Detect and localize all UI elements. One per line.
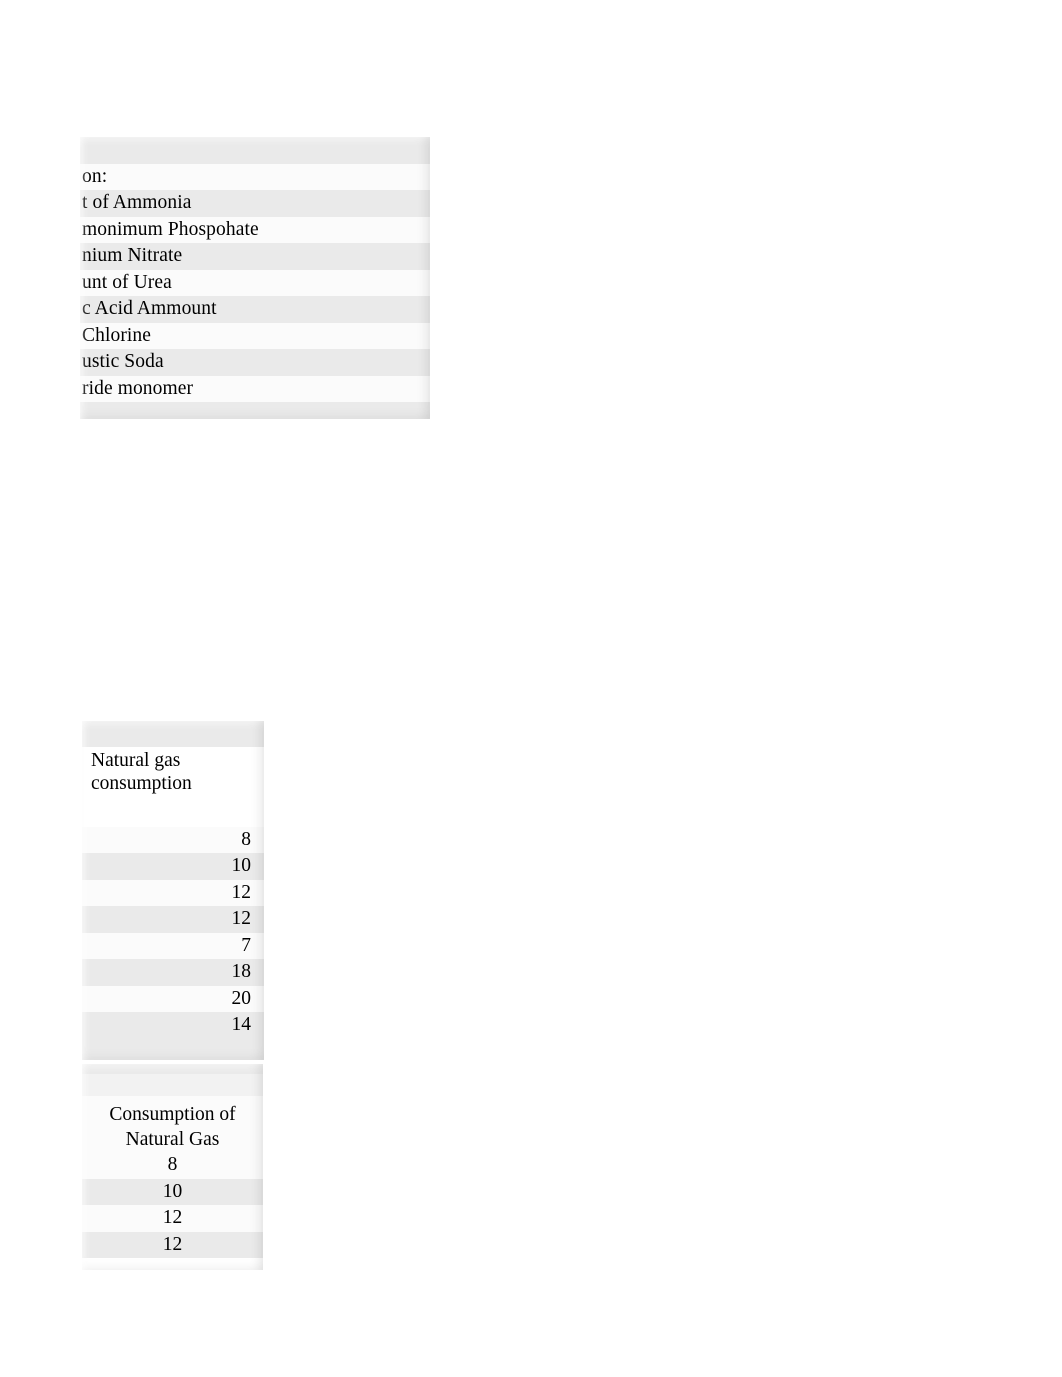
natural-gas-consumption-table-fragment[interactable]: Natural gas consumption 8 10 12 12 7 18 20 14 <box>82 721 264 1060</box>
chemical-inputs-table-fragment[interactable]: on: t of Ammonia monimum Phospohate nium Ni… <box>80 137 430 419</box>
table-row[interactable]: ustic Soda <box>80 349 430 376</box>
table-row <box>82 721 264 731</box>
table-row <box>82 1038 264 1060</box>
table-row[interactable]: 12 <box>82 1231 263 1258</box>
consumption-of-natural-gas-rows: Consumption of Natural Gas 8 10 12 12 <box>82 1064 263 1258</box>
table-row[interactable]: on: <box>80 163 430 190</box>
table-row[interactable]: 7 <box>82 932 264 959</box>
natural-gas-consumption-header[interactable]: Natural gas consumption <box>82 747 264 800</box>
table-row <box>82 731 264 747</box>
table-row <box>80 137 430 164</box>
table-row[interactable]: nium Nitrate <box>80 243 430 270</box>
table-row[interactable]: 8 <box>82 826 264 853</box>
table-row[interactable]: Chlorine <box>80 322 430 349</box>
table-row[interactable]: 10 <box>82 853 264 880</box>
table-row[interactable]: monimum Phospohate <box>80 216 430 243</box>
table-row[interactable]: 12 <box>82 1205 263 1232</box>
table-row[interactable]: 12 <box>82 906 264 933</box>
table-row[interactable]: unt of Urea <box>80 269 430 296</box>
table-row <box>82 1074 263 1096</box>
table-row[interactable]: c Acid Ammount <box>80 296 430 323</box>
table-row[interactable]: t of Ammonia <box>80 190 430 217</box>
table-row[interactable]: ride monomer <box>80 375 430 402</box>
table-row <box>82 800 264 827</box>
table-row <box>82 1064 263 1074</box>
consumption-of-natural-gas-header[interactable]: Consumption of Natural Gas <box>82 1096 263 1152</box>
table-row[interactable]: 12 <box>82 879 264 906</box>
table-row[interactable]: 14 <box>82 1012 264 1039</box>
natural-gas-consumption-rows: Natural gas consumption 8 10 12 12 7 18 20 14 <box>82 721 264 1060</box>
table-row[interactable]: 20 <box>82 985 264 1012</box>
table-row[interactable]: 8 <box>82 1152 263 1179</box>
table-row <box>80 402 430 419</box>
table-row[interactable]: 10 <box>82 1178 263 1205</box>
chemical-inputs-rows: on: t of Ammonia monimum Phospohate nium Ni… <box>80 137 430 419</box>
table-row[interactable]: 18 <box>82 959 264 986</box>
consumption-of-natural-gas-table-fragment[interactable]: Consumption of Natural Gas 8 10 12 12 <box>82 1064 263 1270</box>
